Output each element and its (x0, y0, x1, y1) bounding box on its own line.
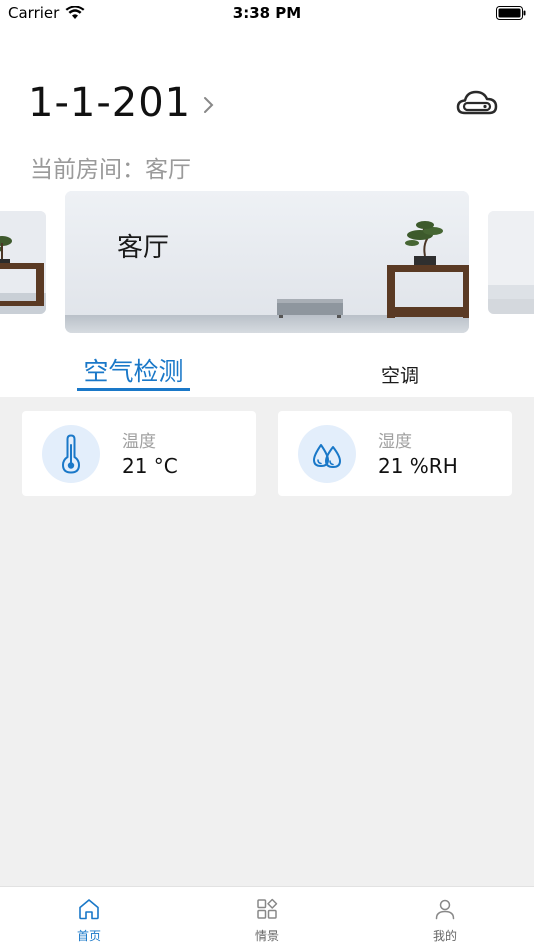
room-card-prev[interactable] (0, 211, 46, 314)
humidity-value: 21 %RH (378, 454, 458, 478)
app-screen: Carrier 3:38 PM 1-1-201 当前房间：客厅 客厅 空气检测 … (0, 0, 534, 950)
room-image (0, 211, 46, 314)
house-title: 1-1-201 (28, 80, 192, 126)
tab-label: 空调 (380, 365, 419, 387)
temperature-value: 21 °C (122, 454, 178, 478)
humidity-card[interactable]: 湿度 21 %RH (278, 411, 512, 496)
nav-home[interactable]: 首页 (49, 897, 129, 944)
tab-air-conditioner[interactable]: 空调 (360, 361, 440, 388)
tab-bar: 空气检测 空调 (0, 352, 534, 396)
tab-active-indicator (77, 388, 190, 391)
thermometer-icon (42, 425, 100, 483)
cloud-device-icon[interactable] (456, 86, 498, 122)
bottom-nav: 首页 情景 我的 (0, 886, 534, 950)
temperature-label: 温度 (122, 432, 156, 452)
battery-icon (496, 6, 526, 20)
room-name: 客厅 (117, 233, 170, 263)
house-selector[interactable]: 1-1-201 (28, 80, 215, 126)
temperature-card[interactable]: 温度 21 °C (22, 411, 256, 496)
nav-label: 情景 (254, 929, 279, 943)
chevron-right-icon (204, 97, 214, 113)
scene-grid-icon (257, 898, 278, 919)
status-time: 3:38 PM (232, 4, 302, 22)
nav-mine[interactable]: 我的 (405, 897, 485, 944)
nav-scene[interactable]: 情景 (227, 897, 307, 944)
tab-air-quality[interactable]: 空气检测 (77, 352, 190, 391)
current-room-label: 当前房间：客厅 (30, 157, 191, 183)
room-card-next[interactable] (488, 211, 534, 314)
tab-label: 空气检测 (83, 357, 184, 386)
nav-label: 首页 (76, 929, 101, 943)
water-drop-icon (298, 425, 356, 483)
humidity-label: 湿度 (378, 432, 412, 452)
nav-label: 我的 (432, 929, 457, 943)
user-icon (435, 899, 455, 920)
room-card-active[interactable]: 客厅 (65, 191, 469, 333)
room-image (488, 211, 534, 314)
home-icon (79, 899, 99, 920)
status-bar: Carrier 3:38 PM (0, 0, 534, 28)
sensor-panel: 温度 21 °C 湿度 21 %RH (0, 397, 534, 886)
